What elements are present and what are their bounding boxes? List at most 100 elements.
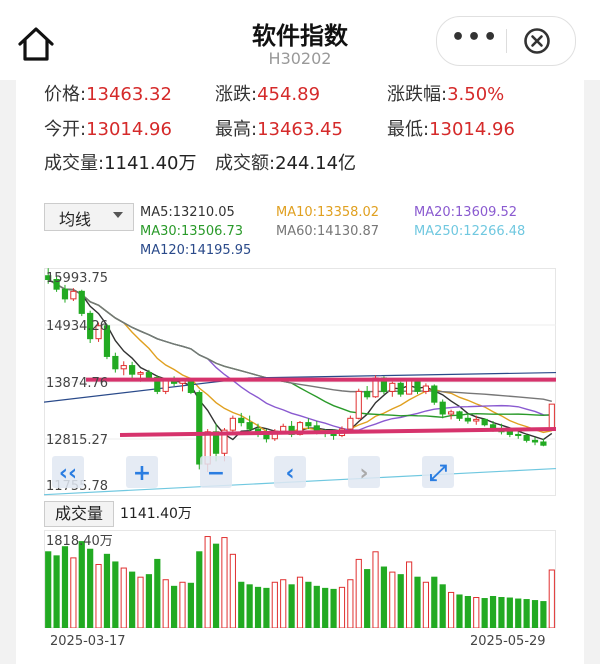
volume-bar[interactable]	[70, 557, 77, 628]
candle-body[interactable]	[238, 417, 245, 424]
price-chart[interactable]: 15993.7514934.2613874.7612815.2711755.78…	[44, 268, 556, 496]
volume-indicator-button[interactable]: 成交量	[44, 501, 114, 527]
close-icon[interactable]	[523, 27, 551, 55]
candle-body[interactable]	[523, 435, 530, 441]
volume-bar[interactable]	[523, 599, 530, 628]
volume-bar[interactable]	[221, 537, 228, 628]
candle-body[interactable]	[137, 372, 144, 375]
volume-bar[interactable]	[296, 576, 304, 628]
candle-body[interactable]	[305, 422, 312, 427]
volume-bar[interactable]	[380, 566, 388, 628]
fast-backward-button[interactable]: ‹‹	[52, 456, 84, 488]
volume-bar[interactable]	[322, 587, 329, 628]
volume-bar[interactable]	[271, 581, 278, 628]
volume-bar[interactable]	[288, 584, 295, 628]
candle-body[interactable]	[540, 441, 547, 446]
volume-bar[interactable]	[481, 598, 488, 628]
candle-body[interactable]	[473, 418, 480, 422]
candle-body[interactable]	[263, 433, 270, 440]
volume-bar[interactable]	[498, 597, 505, 628]
zoom-in-button[interactable]: +	[126, 456, 158, 488]
volume-bar[interactable]	[103, 553, 111, 628]
volume-bar[interactable]	[137, 576, 144, 628]
candle-body[interactable]	[355, 390, 362, 419]
candle-body[interactable]	[120, 365, 127, 370]
candle-body[interactable]	[414, 380, 421, 392]
volume-bar[interactable]	[338, 586, 346, 628]
candle-body[interactable]	[439, 401, 446, 415]
candle-body[interactable]	[431, 385, 438, 403]
volume-bar[interactable]	[53, 555, 60, 628]
volume-bar[interactable]	[196, 551, 203, 628]
volume-bar[interactable]	[120, 567, 127, 628]
volume-bar[interactable]	[212, 543, 220, 628]
volume-bar[interactable]	[87, 548, 94, 628]
candle-body[interactable]	[112, 355, 119, 370]
volume-bar[interactable]	[364, 569, 371, 628]
volume-bar[interactable]	[45, 551, 52, 628]
volume-bar[interactable]	[61, 546, 69, 628]
volume-bar[interactable]	[129, 571, 136, 628]
zoom-out-button[interactable]: −	[200, 456, 232, 488]
volume-bar[interactable]	[414, 576, 421, 628]
candle-body[interactable]	[61, 288, 69, 300]
candle-body[interactable]	[406, 380, 413, 395]
volume-bar[interactable]	[372, 551, 379, 628]
volume-bar[interactable]	[154, 558, 161, 628]
candle-body[interactable]	[506, 431, 513, 435]
volume-chart[interactable]: 1818.40万	[44, 530, 556, 628]
volume-bar[interactable]	[162, 579, 169, 628]
volume-bar[interactable]	[313, 585, 320, 628]
volume-bar[interactable]	[78, 541, 85, 628]
indicator-select[interactable]: 均线	[44, 203, 134, 231]
volume-bar[interactable]	[355, 558, 362, 628]
candle-body[interactable]	[280, 425, 287, 432]
candle-body[interactable]	[548, 403, 555, 429]
volume-bar[interactable]	[464, 595, 471, 628]
volume-bar[interactable]	[447, 591, 455, 628]
volume-bar[interactable]	[540, 601, 547, 628]
volume-bar[interactable]	[263, 587, 270, 628]
volume-bar[interactable]	[112, 561, 119, 628]
volume-bar[interactable]	[229, 553, 236, 628]
volume-bar[interactable]	[280, 579, 287, 628]
volume-bar[interactable]	[389, 571, 396, 628]
candle-body[interactable]	[447, 411, 455, 415]
volume-bar[interactable]	[548, 569, 555, 628]
volume-bar[interactable]	[515, 598, 522, 628]
volume-bar[interactable]	[397, 574, 404, 628]
volume-bar[interactable]	[506, 597, 513, 628]
volume-bar[interactable]	[179, 581, 186, 628]
volume-bar[interactable]	[305, 581, 312, 628]
volume-bar[interactable]	[531, 600, 539, 628]
volume-bar[interactable]	[254, 586, 262, 628]
volume-bar[interactable]	[204, 536, 211, 628]
volume-bar[interactable]	[170, 585, 178, 628]
candle-body[interactable]	[481, 418, 488, 426]
volume-bar[interactable]	[330, 588, 337, 628]
volume-bar[interactable]	[187, 582, 194, 628]
volume-bar[interactable]	[473, 597, 480, 628]
next-button[interactable]: ›	[348, 456, 380, 488]
candle-body[interactable]	[389, 382, 396, 392]
candle-body[interactable]	[464, 417, 471, 422]
candle-body[interactable]	[364, 390, 371, 398]
volume-bar[interactable]	[145, 574, 153, 628]
volume-bar[interactable]	[246, 584, 253, 628]
volume-bar[interactable]	[347, 579, 354, 628]
candle-body[interactable]	[422, 385, 430, 392]
volume-bar[interactable]	[95, 563, 102, 628]
volume-bar[interactable]	[431, 576, 438, 628]
volume-bar[interactable]	[439, 584, 446, 628]
candle-body[interactable]	[397, 382, 404, 395]
candle-body[interactable]	[456, 411, 463, 419]
candle-body[interactable]	[347, 417, 354, 430]
volume-bar[interactable]	[238, 581, 245, 628]
candle-body[interactable]	[129, 365, 136, 375]
volume-bar[interactable]	[422, 581, 430, 628]
candle-body[interactable]	[246, 422, 253, 430]
candle-body[interactable]	[78, 290, 85, 314]
candle-body[interactable]	[70, 290, 77, 300]
expand-icon[interactable]: ⤢	[422, 456, 454, 488]
volume-bar[interactable]	[406, 561, 413, 628]
